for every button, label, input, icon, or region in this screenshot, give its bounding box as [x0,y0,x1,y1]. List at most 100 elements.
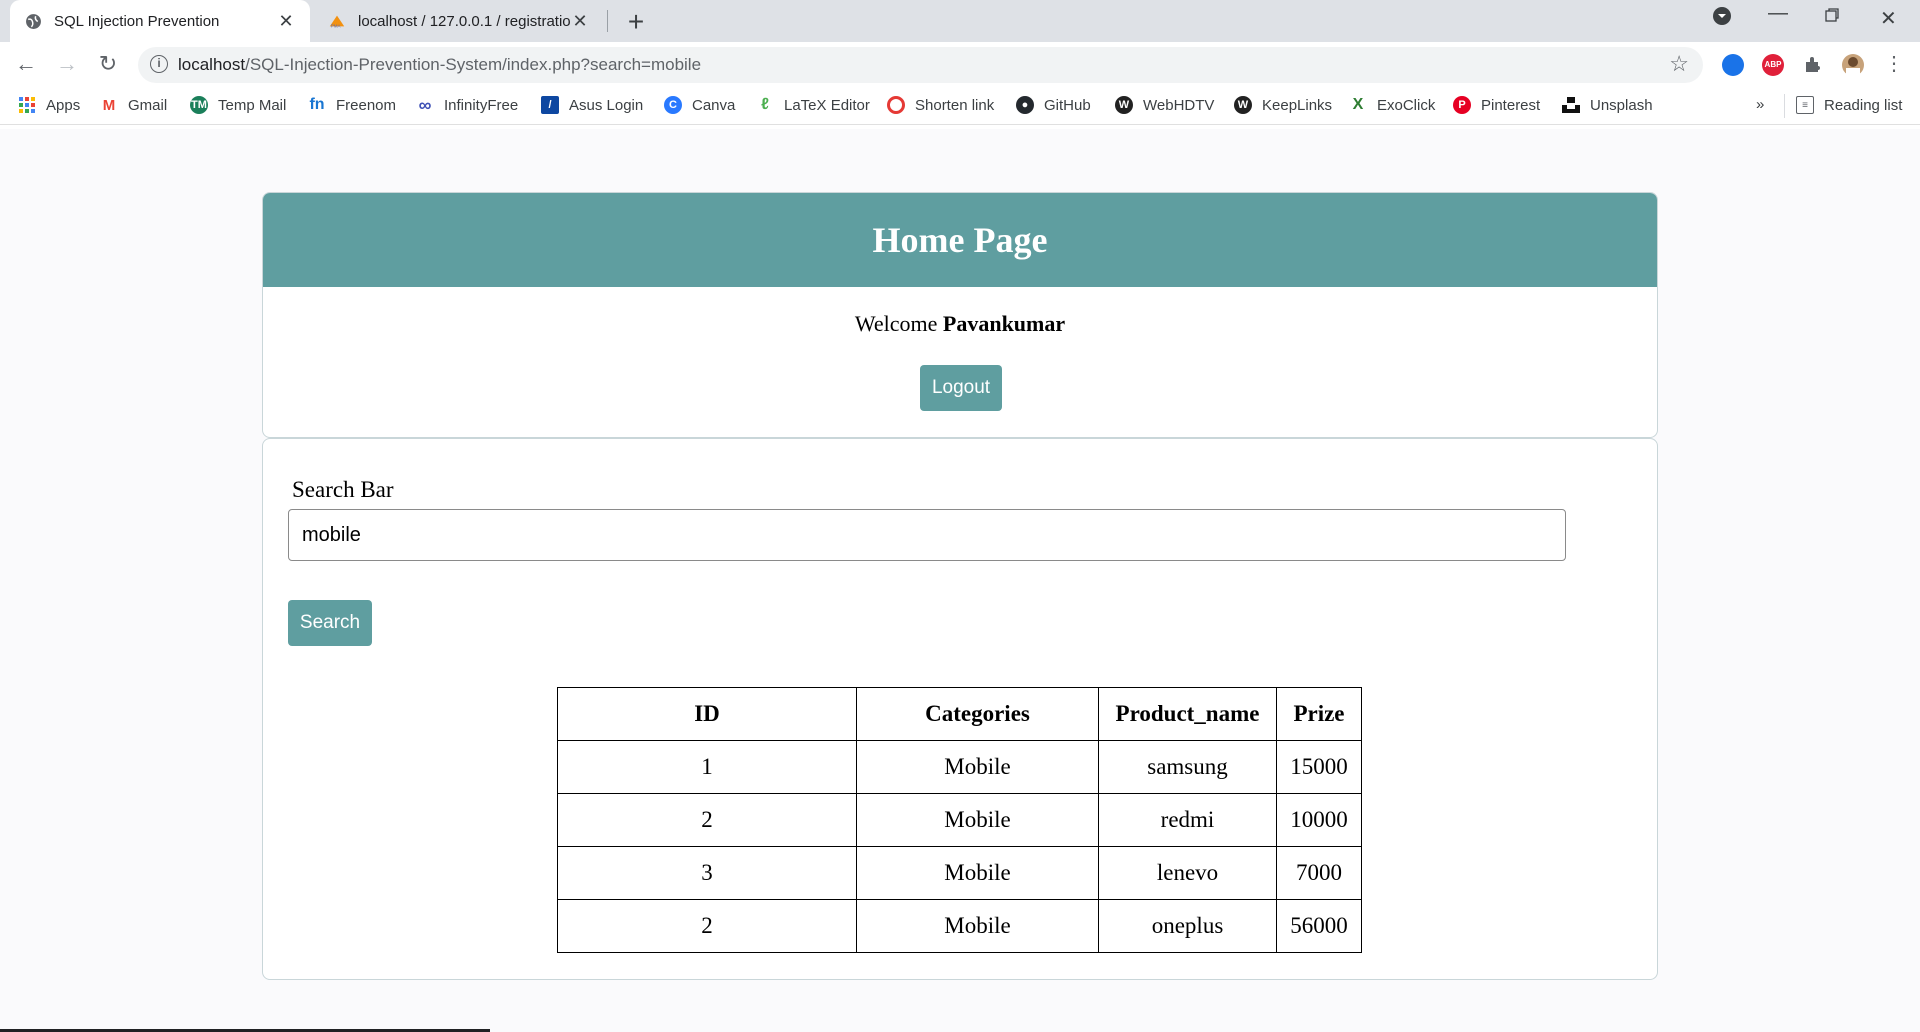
bookmark-label: Canva [692,96,736,114]
bookmark-freenom[interactable]: fn Freenom [308,96,396,114]
new-tab-icon[interactable]: + [624,6,648,38]
forward-icon[interactable]: → [53,51,81,77]
extension-blue-icon[interactable] [1722,54,1744,76]
results-table: ID Categories Product_name Prize 1 Mobil… [557,687,1362,953]
table-row: 2 Mobile oneplus 56000 [557,899,1362,953]
shorten-icon [887,96,905,114]
restore-icon[interactable] [1824,6,1840,29]
profile-avatar[interactable] [1842,54,1864,76]
url-path: /SQL-Injection-Prevention-System/index.p… [245,55,702,74]
reading-list-label: Reading list [1824,96,1903,114]
adblock-plus-icon[interactable]: ABP [1762,54,1784,76]
menu-kebab-icon[interactable]: ⋮ [1880,51,1908,76]
extensions-puzzle-icon[interactable] [1802,54,1824,76]
bookmark-canva[interactable]: C Canva [664,96,735,114]
bookmark-label: Freenom [336,96,397,114]
bookmark-label: Apps [46,96,81,114]
address-bar[interactable]: i localhost/SQL-Injection-Prevention-Sys… [138,47,1703,83]
bookmark-infinityfree[interactable]: ∞ InfinityFree [416,94,519,115]
github-icon: ● [1016,96,1034,114]
cell-id: 2 [557,899,857,953]
freenom-icon: fn [309,96,325,113]
bookmark-label: Asus Login [569,96,644,114]
cell-product-name: samsung [1098,740,1277,794]
site-info-icon[interactable]: i [150,55,168,73]
welcome-message: Welcome Pavankumar [263,311,1657,337]
bookmark-github[interactable]: ● GitHub [1016,96,1091,114]
tab-search-icon[interactable] [1712,6,1732,32]
bookmarks-bar: Apps M Gmail TM Temp Mail fn Freenom ∞ I… [0,88,1920,125]
bookmark-label: Shorten link [915,96,995,114]
cell-prize: 7000 [1276,846,1362,900]
logout-button[interactable]: Logout [920,365,1002,411]
minimize-icon[interactable]: — [1768,2,1788,25]
close-window-icon[interactable]: ✕ [1880,6,1897,31]
tab-title: SQL Injection Prevention [54,12,220,30]
reload-icon[interactable]: ↻ [94,51,122,77]
cell-prize: 56000 [1276,899,1362,953]
bookmark-label: ExoClick [1377,96,1436,114]
wordpress-icon: W [1115,96,1133,114]
search-button[interactable]: Search [288,600,372,646]
infinity-icon: ∞ [418,94,432,115]
bookmark-latex-editor[interactable]: ℓ LaTeX Editor [756,96,870,114]
bookmark-pinterest[interactable]: P Pinterest [1453,96,1540,114]
bookmark-asus-login[interactable]: / Asus Login [541,96,643,114]
cell-category: Mobile [856,846,1099,900]
bookmark-label: Pinterest [1481,96,1541,114]
close-tab-icon[interactable]: ✕ [276,11,296,32]
cell-id: 1 [557,740,857,794]
bookmarks-overflow-icon[interactable]: » [1756,96,1764,113]
bookmark-temp-mail[interactable]: TM Temp Mail [190,96,286,114]
username: Pavankumar [942,311,1066,336]
pinterest-icon: P [1453,96,1471,114]
tab-phpmyadmin[interactable]: PMA localhost / 127.0.0.1 / registration… [314,0,604,42]
gmail-icon: M [102,96,116,114]
overleaf-icon: ℓ [761,96,769,113]
table-header-row: ID Categories Product_name Prize [557,687,1362,741]
reading-list[interactable]: ≡ Reading list [1796,96,1902,114]
bookmark-label: Temp Mail [218,96,287,114]
back-icon[interactable]: ← [12,51,40,77]
cell-id: 2 [557,793,857,847]
cell-category: Mobile [856,899,1099,953]
bookmark-label: WebHDTV [1143,96,1215,114]
svg-text:PMA: PMA [331,23,341,28]
page-title: Home Page [872,220,1048,260]
cell-prize: 15000 [1276,740,1362,794]
table-row: 3 Mobile lenevo 7000 [557,846,1362,900]
bookmark-star-icon[interactable]: ☆ [1669,51,1689,77]
tempmail-icon: TM [190,96,208,114]
apps-grid-icon [18,96,36,114]
bookmark-shorten-link[interactable]: Shorten link [887,96,994,114]
search-input[interactable] [288,509,1566,561]
bookmark-unsplash[interactable]: Unsplash [1562,96,1653,114]
bookmark-exoclick[interactable]: X ExoClick [1349,96,1436,114]
bookmark-label: GitHub [1044,96,1091,114]
header-id: ID [557,687,857,741]
bookmark-webhdtv[interactable]: W WebHDTV [1115,96,1214,114]
bookmark-apps[interactable]: Apps [18,96,80,114]
bookmark-keeplinks[interactable]: W KeepLinks [1234,96,1332,114]
reading-list-icon: ≡ [1796,96,1814,114]
bookmark-gmail[interactable]: M Gmail [100,96,167,114]
unsplash-icon [1562,96,1580,114]
tab-title: localhost / 127.0.0.1 / registration [358,12,570,30]
cell-category: Mobile [856,793,1099,847]
asus-icon: / [541,96,559,114]
tab-sql-injection[interactable]: SQL Injection Prevention ✕ [10,0,310,42]
cell-id: 3 [557,846,857,900]
url-text[interactable]: localhost/SQL-Injection-Prevention-Syste… [178,55,701,75]
globe-icon [24,12,42,30]
bookmark-label: InfinityFree [444,96,519,114]
bookmark-label: LaTeX Editor [784,96,870,114]
url-host: localhost [178,55,246,74]
welcome-card: Home Page Welcome Pavankumar Logout [262,192,1658,438]
search-card: Search Bar Search ID Categories Product_… [262,438,1658,980]
bookmark-label: Unsplash [1590,96,1653,114]
table-row: 1 Mobile samsung 15000 [557,740,1362,794]
tab-strip: SQL Injection Prevention ✕ PMA localhost… [0,0,1920,42]
cell-product-name: redmi [1098,793,1277,847]
search-label: Search Bar [292,477,394,502]
close-tab-icon[interactable]: ✕ [570,11,590,32]
